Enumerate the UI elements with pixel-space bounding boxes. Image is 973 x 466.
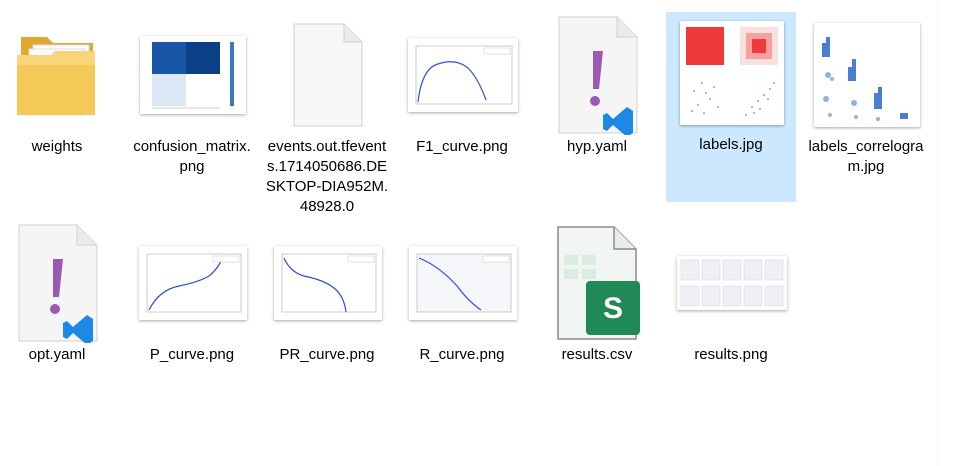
image-thumbnail <box>802 15 932 135</box>
file-item-events[interactable]: events.out.tfevents.1714050686.DESKTOP-D… <box>262 14 393 215</box>
blank-file-icon <box>263 15 393 135</box>
image-thumbnail <box>263 223 393 343</box>
file-name: results.csv <box>561 346 633 363</box>
image-thumbnail <box>398 15 528 135</box>
file-item-hyp-yaml[interactable]: hyp.yaml <box>532 14 662 204</box>
file-item-opt-yaml[interactable]: opt.yaml <box>0 222 122 412</box>
file-name: opt.yaml <box>28 346 86 363</box>
file-name: PR_curve.png <box>279 346 375 363</box>
scrollbar[interactable] <box>938 0 973 466</box>
excel-file-icon: S <box>533 223 663 343</box>
image-thumbnail <box>128 15 258 135</box>
file-name: confusion_matrix.png <box>133 138 251 175</box>
image-thumbnail <box>398 223 528 343</box>
image-thumbnail <box>667 13 797 133</box>
file-item-results-csv[interactable]: S results.csv <box>532 222 662 412</box>
file-item-labels[interactable]: labels.jpg <box>666 12 796 202</box>
yaml-file-icon <box>0 223 123 343</box>
image-thumbnail <box>128 223 258 343</box>
file-item-weights[interactable]: weights <box>0 14 122 204</box>
file-name: hyp.yaml <box>566 138 628 155</box>
file-item-pr-curve[interactable]: PR_curve.png <box>262 222 392 412</box>
file-name: F1_curve.png <box>416 138 508 155</box>
file-item-confusion-matrix[interactable]: confusion_matrix.png <box>127 14 257 204</box>
file-item-f1-curve[interactable]: F1_curve.png <box>397 14 527 204</box>
file-item-labels-correlogram[interactable]: labels_correlogram.jpg <box>801 14 931 204</box>
image-thumbnail <box>667 223 797 343</box>
file-name: labels_correlogram.jpg <box>808 138 924 175</box>
file-name: events.out.tfevents.1714050686.DESKTOP-D… <box>265 138 389 215</box>
file-name: weights <box>31 138 83 155</box>
folder-icon <box>0 15 123 135</box>
file-name: labels.jpg <box>699 136 763 153</box>
file-item-results-png[interactable]: results.png <box>666 222 796 412</box>
yaml-file-icon <box>533 15 663 135</box>
file-name: results.png <box>694 346 768 363</box>
file-item-p-curve[interactable]: P_curve.png <box>127 222 257 412</box>
file-name: P_curve.png <box>149 346 235 363</box>
file-item-r-curve[interactable]: R_curve.png <box>397 222 527 412</box>
file-name: R_curve.png <box>419 346 505 363</box>
svg-text:S: S <box>603 292 623 325</box>
